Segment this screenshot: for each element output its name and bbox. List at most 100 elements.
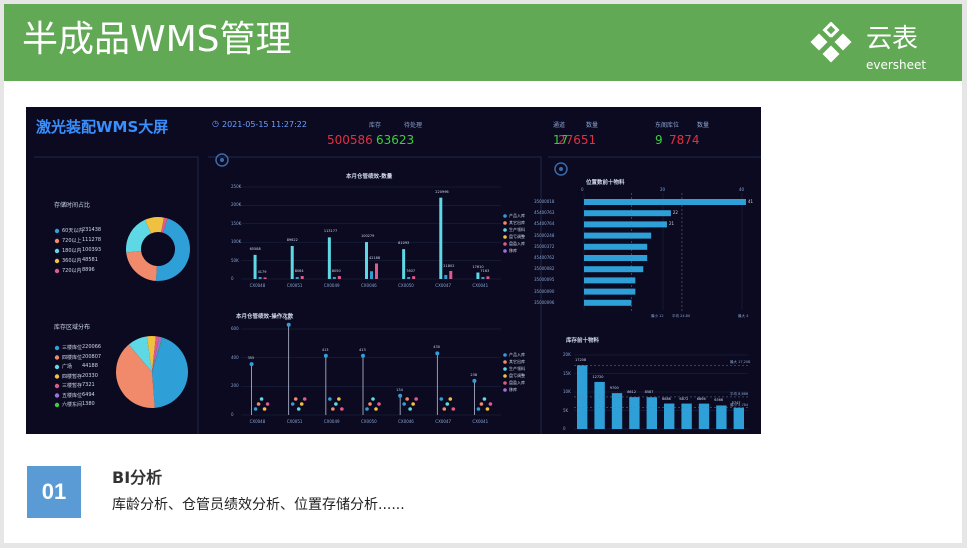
- position-x-tick: 20: [660, 187, 666, 192]
- lollipop-small-dot: [334, 402, 338, 406]
- bar-third: [370, 271, 373, 279]
- lollipop-small-dot: [299, 402, 304, 406]
- bar-third: [258, 277, 262, 279]
- bar-y-tick: 200K: [231, 202, 242, 208]
- kpi-label: 东阁库位: [655, 122, 680, 129]
- lollipop-small-dot: [262, 407, 267, 411]
- age-legend-label: 360以内: [62, 258, 82, 264]
- bar-y-tick: 150K: [231, 220, 242, 226]
- stock-bar-label: 8587: [644, 390, 654, 395]
- lollipop-small-dot: [368, 402, 372, 406]
- kpi-label: 数量: [697, 122, 710, 129]
- bar-second: [412, 276, 416, 279]
- bar-third: [295, 277, 299, 279]
- area-legend-value: 1380: [82, 401, 95, 407]
- position-bar: [584, 210, 671, 217]
- lollipop-small-dot: [485, 407, 490, 411]
- eversheet-logo: 云表 eversheet: [808, 21, 938, 78]
- lollipop-label: 430: [433, 345, 440, 350]
- dashboard-screenshot: 激光装配WMS大屏 ◷ 2021-05-15 11:27:22 库存 500586…: [26, 107, 761, 434]
- lollipop-legend-dot: [503, 360, 507, 364]
- bar-second: [337, 276, 341, 279]
- lollipop-x-tick: CX0047: [435, 419, 451, 424]
- position-y-label: 45400763: [534, 210, 555, 216]
- area-legend-label: 四楼库位: [62, 354, 83, 361]
- bar-third: [481, 277, 485, 279]
- bar-x-tick: CX0048: [249, 283, 266, 288]
- stock-y-tick: 0: [563, 426, 566, 431]
- bar-main-label: 17610: [472, 264, 484, 269]
- lollipop-label: 413: [359, 347, 366, 352]
- kpi-value: 9: [655, 133, 663, 147]
- bar-legend-dot: [503, 214, 507, 218]
- area-legend-label: 四楼暂存: [62, 373, 83, 380]
- position-y-label: 45400764: [534, 221, 555, 227]
- area-legend-dot: [54, 355, 60, 360]
- bar-y-tick: 100K: [231, 239, 242, 245]
- lollipop-y-tick: 400: [231, 354, 239, 360]
- stock-bar: [646, 397, 657, 429]
- lollipop-small-dot: [374, 407, 378, 411]
- area-legend-label: 五楼库位: [62, 392, 83, 399]
- bar-legend-dot: [503, 221, 507, 225]
- stock-bar-label: 9700: [609, 386, 619, 391]
- position-chart-title: 位置数前十物料: [586, 180, 625, 186]
- slide-header: 半成品WMS管理 云表 eversheet: [4, 4, 962, 81]
- lollipop-small-dot: [293, 397, 298, 401]
- lollipop-x-tick: CX0051: [286, 419, 303, 424]
- lollipop-y-tick: 600: [231, 326, 239, 331]
- stock-bar-label: 6866: [696, 396, 706, 401]
- lollipop-x-tick: CX0049: [323, 419, 340, 424]
- lollipop-small-dot: [488, 402, 493, 406]
- area-legend-dot: [54, 402, 60, 408]
- bar-legend-label: 产品入库: [509, 213, 525, 218]
- lollipop-y-tick: 200: [231, 383, 239, 389]
- lollipop-small-dot: [337, 397, 341, 401]
- bar-legend-label: 其它出库: [509, 220, 525, 225]
- area-legend-dot: [54, 345, 60, 351]
- stock-bar-label: 17208: [575, 358, 587, 363]
- bar-main: [402, 249, 406, 279]
- lollipop-small-dot: [442, 407, 447, 411]
- kpi-label: 通道: [553, 122, 566, 129]
- lollipop-small-dot: [476, 407, 481, 411]
- kpi-value: 63623: [376, 133, 415, 147]
- position-footer-avg: 平均 24.80: [672, 314, 691, 318]
- bar-x-tick: CX0046: [361, 283, 377, 288]
- lollipop-label: 630: [284, 316, 292, 321]
- age-legend-value: 8896: [82, 267, 95, 273]
- lollipop-label: 413: [321, 347, 329, 352]
- area-legend-dot: [54, 393, 60, 398]
- stock-marker-label: 最大 17,208: [730, 360, 751, 365]
- lollipop-small-dot: [259, 397, 264, 401]
- panel-ring-dot-icon: [220, 158, 224, 162]
- age-legend-dot: [54, 258, 60, 264]
- section-number-badge: 01: [27, 466, 81, 518]
- position-bar: [584, 288, 636, 295]
- position-y-label: 35000090: [534, 288, 555, 294]
- age-legend-value: 231438: [82, 227, 102, 233]
- position-x-tick: 40: [739, 187, 745, 192]
- position-y-label: 45400762: [534, 255, 555, 260]
- bar-main: [290, 246, 294, 279]
- bar-third: [332, 277, 336, 279]
- stock-y-tick: 20K: [563, 352, 571, 357]
- bar-second: [449, 270, 453, 279]
- bar-x-tick: CX0047: [435, 283, 451, 288]
- bar-legend-label: 移库: [509, 248, 517, 253]
- bar-main-label: 89622: [286, 238, 298, 243]
- bar-main: [439, 197, 443, 279]
- position-footer-max: 最大 4: [738, 314, 749, 318]
- lollipop-small-dot: [256, 402, 261, 406]
- bar-legend-dot: [503, 242, 507, 246]
- bar-main: [365, 242, 368, 279]
- area-legend-label: 三楼暂存: [62, 383, 83, 389]
- bar-second-label: 7607: [406, 269, 416, 274]
- lollipop-small-dot: [331, 407, 335, 411]
- lollipop-x-tick: CX0041: [472, 419, 489, 424]
- bar-main: [253, 254, 257, 279]
- area-legend-value: 200807: [82, 353, 102, 360]
- stock-y-tick: 15K: [563, 370, 571, 376]
- age-legend-value: 48581: [82, 257, 98, 263]
- area-legend-dot: [54, 364, 60, 370]
